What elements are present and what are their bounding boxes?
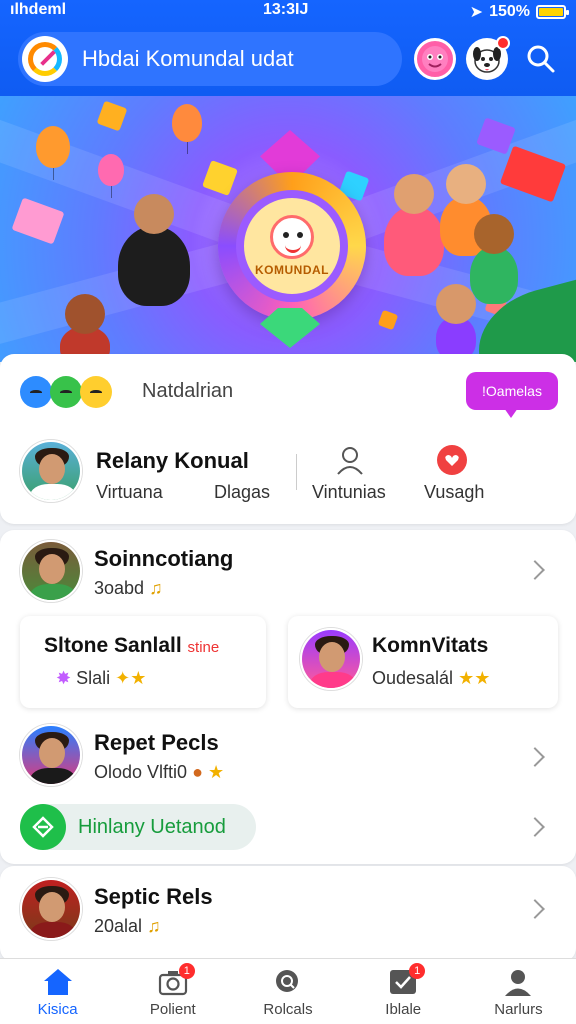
list-item-sub: 20alal ♫ [94,916,161,936]
nav-label: Rolcals [263,1001,313,1018]
mini-card-sub: Oudesalál ★★ [372,668,491,688]
check-box-icon: 1 [387,963,426,997]
action-heart-label[interactable]: Vusagh [424,482,484,503]
chevron-right-icon[interactable] [525,899,545,919]
battery-area: ➤ 150% [469,2,569,22]
list-item-name[interactable]: Soinncotiang [94,546,233,572]
app-title-pill[interactable]: Hbdai Komundal udat [18,32,402,86]
search-icon[interactable] [524,42,558,76]
chevron-right-icon[interactable] [525,560,545,580]
notification-badge [496,36,510,50]
clock: 13:3IJ [263,1,309,18]
featured-card: Natdalrian !Oamelas Relany Konual Virtua… [0,354,576,524]
action-user-label[interactable]: Vintunias [312,482,386,503]
nav-item-camera[interactable]: 1 Polient [115,959,230,1024]
emblem-logo: KOMUNDAL [218,172,366,320]
featured-name[interactable]: Relany Konual [96,448,249,474]
green-action-button[interactable]: Hinlany Uetanod [20,804,256,850]
bottom-nav: Kisica 1 Polient Rolcals 1 Iblale Narlur… [0,958,576,1024]
app-logo-icon [22,36,68,82]
nav-item-search[interactable]: Rolcals [230,959,345,1024]
search-chat-icon [272,967,304,997]
nav-item-profile[interactable]: Narlurs [461,959,576,1024]
status-bar: ılhdeml 13:3IJ ➤ 150% [0,0,576,24]
nav-item-home[interactable]: Kisica [0,959,115,1024]
puppy-avatar-icon[interactable] [466,36,510,80]
mini-card-title: Sltone Sanlall stine [44,634,220,657]
user-icon[interactable] [334,444,366,476]
profile-icon [502,967,534,997]
monster-avatar-icon[interactable] [414,38,456,80]
yellow-emoji-icon [80,376,112,408]
green-action-label: Hinlany Uetanod [78,815,226,838]
chevron-right-icon[interactable] [525,747,545,767]
avatar[interactable] [20,878,82,940]
action-button[interactable]: !Oamelas [466,372,558,410]
notification-badge: 1 [409,963,426,979]
arrow-decoration [260,130,320,174]
battery-fill [539,8,563,16]
list-card: Septic Rels 20alal ♫ [0,866,576,962]
featured-sub1: Virtuana [96,482,163,502]
cartoon-figure [384,174,444,276]
nav-label: Kisica [37,1001,78,1018]
featured-sub2: Dlagas [214,482,271,502]
green-emoji-icon [50,376,82,408]
location-icon: ➤ [469,4,484,21]
list-item-name[interactable]: Septic Rels [94,884,213,910]
balloon-icon [172,104,202,154]
app-title: Hbdai Komundal udat [82,46,294,71]
heart-icon[interactable] [436,444,468,476]
divider [296,454,297,490]
notification-badge: 1 [178,963,195,979]
mini-card[interactable]: Sltone Sanlall stine ✸ Slali ✦★ [20,616,266,708]
chevron-right-icon[interactable] [525,817,545,837]
nav-label: Narlurs [494,1001,543,1018]
nav-label: Iblale [385,1001,422,1018]
balloon-icon [36,126,70,180]
mini-card-sub: ✸ Slali ✦★ [56,668,147,688]
top-bar: ılhdeml 13:3IJ ➤ 150% Hbdai Komundal uda… [0,0,576,96]
camera-icon: 1 [157,963,195,997]
hero-banner[interactable]: KOMUNDAL [0,96,576,362]
nav-label: Polient [149,1001,196,1018]
avatar[interactable] [20,540,82,602]
mini-card-title: KomnVitats [372,634,489,657]
avatar [300,628,362,690]
avatar[interactable] [20,724,82,786]
list-item-sub: Olodo Vlfti0 ● ★ [94,762,225,782]
avatar[interactable] [20,440,82,502]
cartoon-figure [470,214,518,304]
section-label: Natdalrian [142,380,234,402]
carrier-label: ılhdeml [10,1,67,18]
list-item-sub: 3oabd ♫ [94,578,163,598]
list-item-name[interactable]: Repet Pecls [94,730,219,756]
person-figure [118,194,190,306]
home-icon [42,967,74,997]
balloon-icon [98,154,124,198]
blue-emoji-icon [20,376,52,408]
battery-icon [536,5,569,19]
diamond-icon [20,804,66,850]
mini-card[interactable]: KomnVitats Oudesalál ★★ [288,616,558,708]
emblem-text: KOMUNDAL [255,263,329,277]
nav-item-tasks[interactable]: 1 Iblale [346,959,461,1024]
list-card: Soinncotiang 3oabd ♫ Sltone Sanlall stin… [0,530,576,864]
battery-percent: 150% [489,3,530,20]
